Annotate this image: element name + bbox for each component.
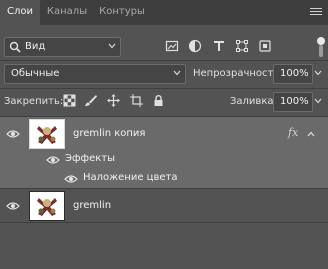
divider	[0, 222, 328, 223]
lock-all-icon[interactable]	[152, 94, 165, 107]
opacity-field[interactable]: 100%	[273, 64, 313, 84]
layer-row-gremlin-copy[interactable]: gremlin копия fx	[0, 117, 328, 151]
chevron-down-icon	[108, 43, 116, 49]
type-filter-icon[interactable]	[212, 39, 226, 53]
lock-position-icon[interactable]	[107, 94, 120, 107]
lock-label: Закрепить:	[4, 96, 64, 107]
layers-panel: Слои Каналы Контуры Вид Обычные Непрозра…	[0, 0, 328, 269]
filter-kind-dropdown[interactable]: Вид	[4, 37, 121, 57]
eye-visibility-icon[interactable]	[6, 129, 20, 139]
chevron-down-icon[interactable]	[314, 69, 322, 77]
blend-mode-value: Обычные	[11, 68, 60, 79]
smart-object-filter-icon[interactable]	[258, 39, 272, 53]
fx-icon[interactable]: fx	[288, 126, 298, 139]
divider	[0, 88, 328, 89]
lock-transparent-pixels-icon[interactable]	[63, 94, 76, 107]
tab-paths[interactable]: Контуры	[92, 0, 152, 25]
panel-tab-bar: Слои Каналы Контуры	[0, 0, 328, 25]
layer-name[interactable]: gremlin	[73, 200, 111, 211]
layer-name[interactable]: gremlin копия	[73, 128, 145, 139]
collapse-effects-icon[interactable]	[307, 131, 315, 137]
layer-row-gremlin[interactable]: gremlin	[0, 189, 328, 222]
effect-name: Наложение цвета	[83, 172, 178, 183]
search-icon	[9, 41, 21, 53]
adjustment-filter-icon[interactable]	[188, 39, 202, 53]
image-filter-icon[interactable]	[165, 39, 179, 53]
fill-label: Заливка:	[230, 96, 277, 107]
fill-value: 100%	[280, 96, 309, 107]
blend-mode-dropdown[interactable]: Обычные	[4, 64, 186, 84]
chevron-down-icon[interactable]	[314, 97, 322, 105]
layer-thumbnail	[29, 119, 65, 149]
lock-image-pixels-icon[interactable]	[84, 94, 97, 107]
effects-row[interactable]: Эффекты	[0, 151, 328, 169]
eye-visibility-icon[interactable]	[64, 174, 78, 184]
filter-kind-value: Вид	[25, 41, 46, 52]
opacity-value: 100%	[280, 68, 309, 79]
effects-label: Эффекты	[65, 153, 115, 164]
layer-thumbnail	[29, 191, 65, 221]
lock-artboard-icon[interactable]	[130, 94, 143, 107]
opacity-label: Непрозрачность:	[193, 68, 283, 79]
fill-field[interactable]: 100%	[273, 92, 313, 112]
divider	[0, 60, 328, 61]
effect-row-color-overlay[interactable]: Наложение цвета	[0, 169, 328, 188]
chevron-down-icon	[173, 70, 181, 76]
shape-filter-icon[interactable]	[235, 39, 249, 53]
filter-toggle-switch[interactable]	[317, 37, 325, 59]
eye-visibility-icon[interactable]	[6, 201, 20, 211]
panel-menu-icon[interactable]	[310, 8, 322, 18]
tab-channels[interactable]: Каналы	[44, 0, 90, 25]
eye-visibility-icon[interactable]	[46, 155, 60, 165]
tab-layers[interactable]: Слои	[0, 0, 40, 25]
